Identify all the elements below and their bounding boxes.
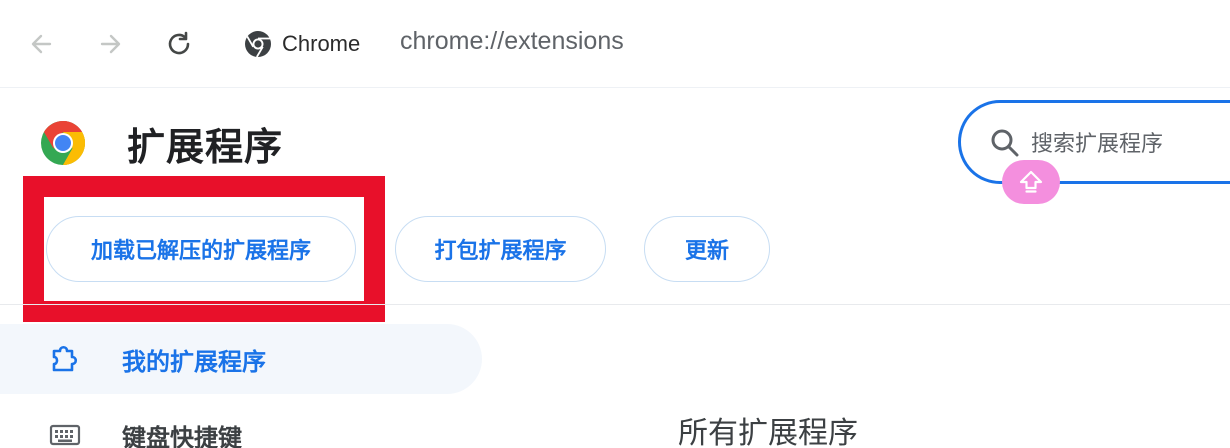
forward-button[interactable] [92, 26, 128, 62]
section-title: 所有扩展程序 [678, 416, 858, 448]
sidebar-item-label: 我的扩展程序 [122, 347, 266, 376]
address-bar-url[interactable]: chrome://extensions [400, 27, 624, 56]
header-divider [0, 304, 1230, 305]
site-chip-label: Chrome [282, 31, 361, 56]
pack-extension-button[interactable]: 打包扩展程序 [395, 216, 606, 282]
ime-shift-badge [1002, 160, 1060, 204]
search-input[interactable] [1031, 127, 1230, 161]
sidebar-item-label: 键盘快捷键 [122, 423, 242, 448]
search-box[interactable] [958, 100, 1230, 184]
update-button[interactable]: 更新 [644, 216, 770, 282]
chrome-logo-icon [41, 121, 85, 165]
load-unpacked-button[interactable]: 加载已解压的扩展程序 [46, 216, 356, 282]
shift-arrow-icon [1019, 170, 1043, 193]
reload-icon [168, 31, 190, 55]
search-icon [991, 129, 1019, 157]
puzzle-icon [52, 345, 78, 372]
arrow-right-icon [100, 34, 121, 54]
sidebar-item-my-extensions[interactable]: 我的扩展程序 [0, 324, 482, 394]
page-title: 扩展程序 [127, 125, 284, 169]
browser-toolbar: Chrome chrome://extensions [0, 0, 1230, 88]
arrow-left-icon [31, 34, 52, 54]
keyboard-icon [49, 424, 81, 446]
sidebar-item-keyboard-shortcuts[interactable]: 键盘快捷键 [0, 410, 482, 448]
back-button[interactable] [24, 26, 60, 62]
site-info-chip[interactable]: Chrome [244, 28, 360, 60]
reload-button[interactable] [161, 26, 197, 62]
chrome-icon [245, 31, 271, 58]
